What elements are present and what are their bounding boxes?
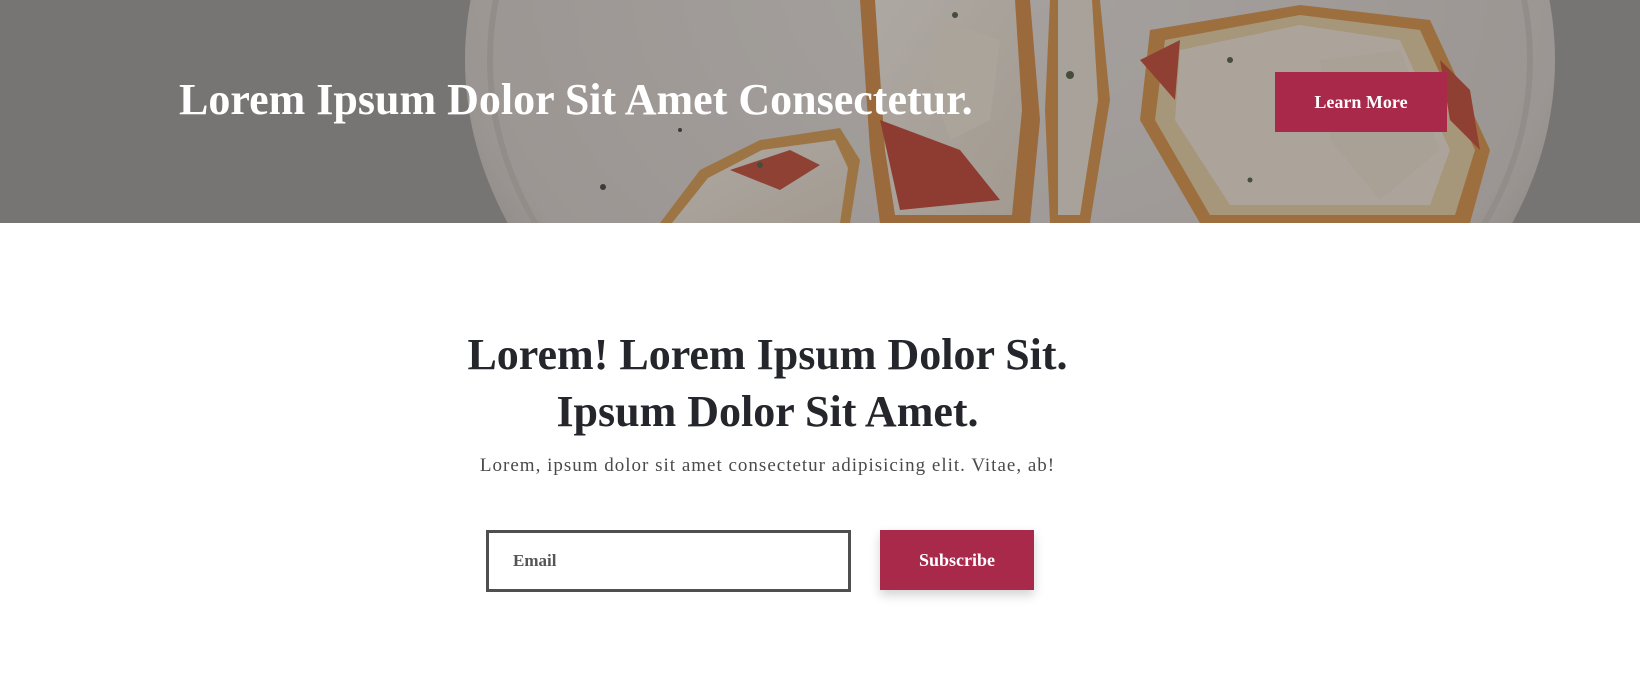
subscribe-section: Lorem! Lorem Ipsum Dolor Sit. Ipsum Dolo… <box>0 223 1640 685</box>
hero-title: Lorem Ipsum Dolor Sit Amet Consectetur. <box>179 75 973 124</box>
email-field[interactable] <box>486 530 851 592</box>
subscribe-button[interactable]: Subscribe <box>880 530 1034 590</box>
learn-more-button[interactable]: Learn More <box>1275 72 1447 132</box>
subscribe-heading-line-1: Lorem! Lorem Ipsum Dolor Sit. <box>467 330 1068 379</box>
subscribe-heading-line-2: Ipsum Dolor Sit Amet. <box>556 387 979 436</box>
subscribe-heading: Lorem! Lorem Ipsum Dolor Sit. Ipsum Dolo… <box>0 326 1535 440</box>
subscribe-description: Lorem, ipsum dolor sit amet consectetur … <box>479 455 1056 476</box>
hero-banner: Lorem Ipsum Dolor Sit Amet Consectetur. … <box>0 0 1640 223</box>
